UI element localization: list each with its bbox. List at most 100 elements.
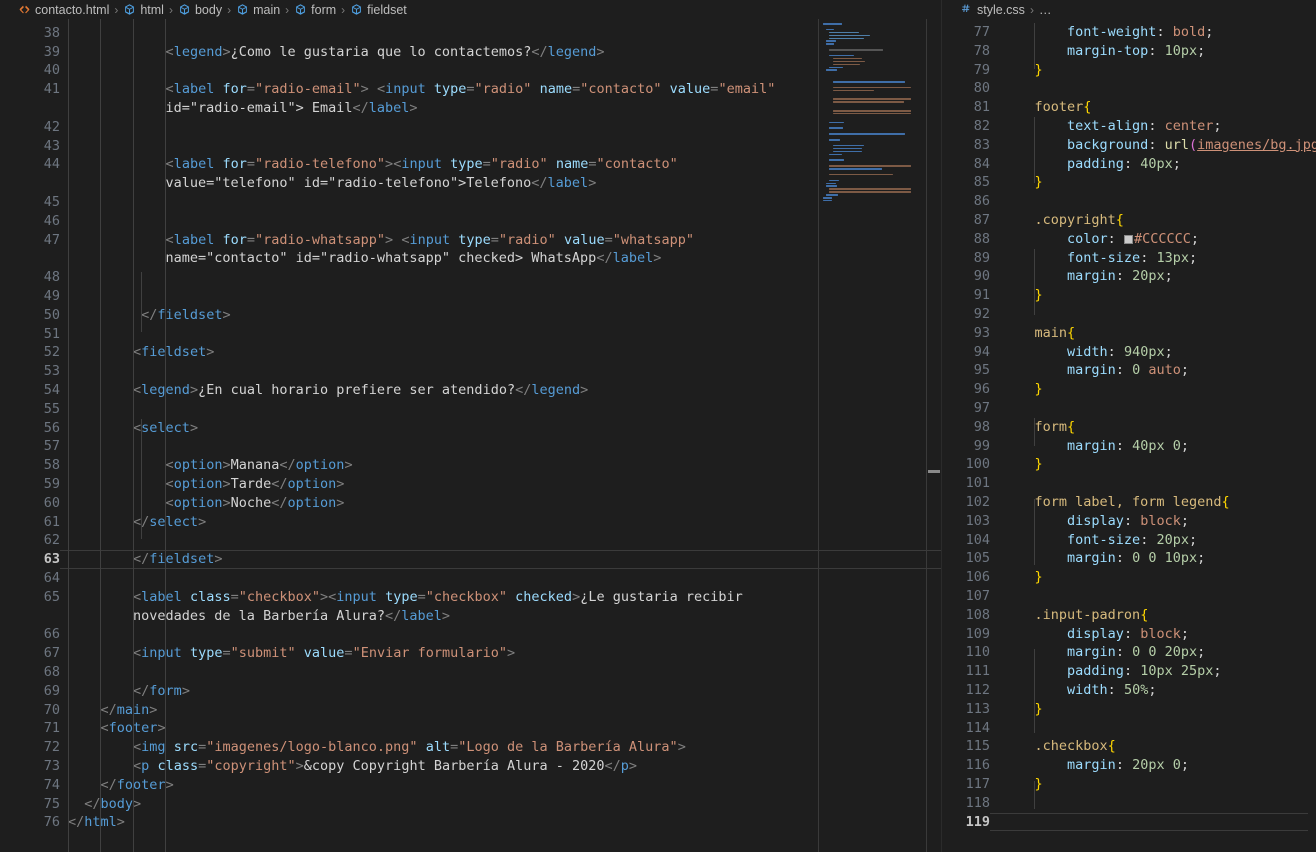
code-line[interactable]: novedades de la Barbería Alura?</label> (0, 607, 941, 626)
code-line[interactable]: 79 } (942, 61, 1316, 80)
code-line[interactable]: 77 font-weight: bold; (942, 23, 1316, 42)
breadcrumb-item-main[interactable]: main (236, 3, 280, 17)
code-line[interactable]: 71 <footer> (0, 719, 941, 738)
breadcrumb-item-html[interactable]: html (123, 3, 164, 17)
indent-guide (1034, 249, 1036, 315)
code-line[interactable]: 88 color: #CCCCCC; (942, 230, 1316, 249)
line-number: 82 (973, 118, 990, 134)
breadcrumb-html[interactable]: contacto.html › html › body › main › for… (0, 0, 941, 19)
code-line[interactable]: 116 margin: 20px 0; (942, 756, 1316, 775)
code-line[interactable]: 78 margin-top: 10px; (942, 42, 1316, 61)
code-line[interactable]: 106 } (942, 568, 1316, 587)
code-line[interactable]: 105 margin: 0 0 10px; (942, 549, 1316, 568)
code-line[interactable]: 93 main{ (942, 324, 1316, 343)
code-line-text: id="radio-email"> Email</label> (68, 100, 418, 116)
code-line[interactable]: 82 text-align: center; (942, 117, 1316, 136)
code-line[interactable]: value="telefono" id="radio-telefono">Tel… (0, 174, 941, 193)
code-line[interactable]: 90 margin: 20px; (942, 267, 1316, 286)
code-line[interactable]: 74 </footer> (0, 776, 941, 795)
code-line[interactable]: 47 <label for="radio-whatsapp"> <input t… (0, 231, 941, 250)
code-line[interactable]: 38 (0, 24, 941, 43)
code-line[interactable]: 75 </body> (0, 795, 941, 814)
editor-pane-html: contacto.html › html › body › main › for… (0, 0, 941, 852)
code-line[interactable]: 39 <legend>¿Como le gustaria que lo cont… (0, 43, 941, 62)
code-line[interactable]: 54 <legend>¿En cual horario prefiere ser… (0, 381, 941, 400)
code-line[interactable]: 70 </main> (0, 701, 941, 720)
code-line[interactable]: 69 </form> (0, 682, 941, 701)
code-line[interactable]: 91 } (942, 286, 1316, 305)
code-line[interactable]: 66 (0, 625, 941, 644)
breadcrumb-item-file[interactable]: style.css (960, 3, 1025, 17)
code-line[interactable]: 52 <fieldset> (0, 343, 941, 362)
code-line[interactable]: 100 } (942, 455, 1316, 474)
code-line[interactable]: 72 <img src="imagenes/logo-blanco.png" a… (0, 738, 941, 757)
code-line[interactable]: 80 (942, 79, 1316, 98)
code-line[interactable]: 117 } (942, 775, 1316, 794)
breadcrumb-item-body[interactable]: body (178, 3, 222, 17)
code-line[interactable]: id="radio-email"> Email</label> (0, 99, 941, 118)
code-line[interactable]: 41 <label for="radio-email"> <input type… (0, 80, 941, 99)
code-line[interactable]: 103 display: block; (942, 512, 1316, 531)
code-line[interactable]: 42 (0, 118, 941, 137)
code-line[interactable]: 96 } (942, 380, 1316, 399)
code-line[interactable]: 43 (0, 137, 941, 156)
breadcrumb-item-file[interactable]: contacto.html (18, 3, 109, 17)
code-line[interactable]: 114 (942, 719, 1316, 738)
code-line[interactable]: 64 (0, 569, 941, 588)
breadcrumb-item-fieldset[interactable]: fieldset (350, 3, 407, 17)
minimap-html[interactable] (819, 19, 915, 852)
code-editor-css[interactable]: 77 font-weight: bold; 78 margin-top: 10px… (942, 19, 1316, 852)
code-line[interactable]: 40 (0, 61, 941, 80)
code-line[interactable]: name="contacto" id="radio-whatsapp" chec… (0, 249, 941, 268)
code-line[interactable]: 108 .input-padron{ (942, 606, 1316, 625)
code-line[interactable]: 45 (0, 193, 941, 212)
code-editor-html[interactable]: 373839 <legend>¿Como le gustaria que lo … (0, 19, 941, 852)
code-line[interactable]: 118 (942, 794, 1316, 813)
minimap-line (826, 40, 836, 42)
code-line[interactable]: 63 </fieldset> (0, 550, 941, 569)
code-line-text: <label class="checkbox"><input type="che… (133, 588, 743, 605)
code-line[interactable]: 73 <p class="copyright">&copy Copyright … (0, 757, 941, 776)
code-line[interactable]: 81 footer{ (942, 98, 1316, 117)
breadcrumb-css[interactable]: style.css › … (942, 0, 1316, 19)
minimap-line (829, 153, 842, 156)
code-line[interactable]: 53 (0, 362, 941, 381)
code-line[interactable]: 55 (0, 400, 941, 419)
code-line[interactable]: 119 (942, 812, 1316, 832)
code-line[interactable]: 104 font-size: 20px; (942, 531, 1316, 550)
minimap-line (829, 31, 860, 34)
code-line[interactable]: 65 <label class="checkbox"><input type="… (0, 588, 941, 607)
code-line[interactable]: 94 width: 940px; (942, 343, 1316, 362)
code-line[interactable]: 97 (942, 399, 1316, 418)
code-line[interactable]: 112 width: 50%; (942, 681, 1316, 700)
code-line[interactable]: 89 font-size: 13px; (942, 249, 1316, 268)
code-line[interactable]: 67 <input type="submit" value="Enviar fo… (0, 644, 941, 663)
vertical-scrollbar-html[interactable] (927, 19, 941, 852)
code-line[interactable]: 87 .copyright{ (942, 211, 1316, 230)
code-line[interactable]: 110 margin: 0 0 20px; (942, 643, 1316, 662)
code-line[interactable]: 83 background: url(imagenes/bg.jpg); (942, 136, 1316, 155)
color-swatch[interactable] (1123, 234, 1133, 244)
code-line[interactable]: 68 (0, 663, 941, 682)
code-line-text: </select> (133, 513, 207, 530)
breadcrumb-ellipsis[interactable]: … (1039, 3, 1052, 17)
code-line[interactable]: 115 .checkbox{ (942, 737, 1316, 756)
code-line[interactable]: 99 margin: 40px 0; (942, 437, 1316, 456)
code-line[interactable]: 92 (942, 305, 1316, 324)
breadcrumb-label: fieldset (367, 2, 407, 17)
code-line[interactable]: 107 (942, 587, 1316, 606)
code-line[interactable]: 85 } (942, 173, 1316, 192)
code-line[interactable]: 102 form label, form legend{ (942, 493, 1316, 512)
code-line[interactable]: 46 (0, 212, 941, 231)
code-line[interactable]: 98 form{ (942, 418, 1316, 437)
code-line[interactable]: 84 padding: 40px; (942, 155, 1316, 174)
code-line[interactable]: 95 margin: 0 auto; (942, 361, 1316, 380)
code-line[interactable]: 113 } (942, 700, 1316, 719)
code-line[interactable]: 86 (942, 192, 1316, 211)
code-line[interactable]: 76 </html> (0, 813, 941, 832)
breadcrumb-item-form[interactable]: form (294, 3, 336, 17)
code-line[interactable]: 111 padding: 10px 25px; (942, 662, 1316, 681)
code-line[interactable]: 44 <label for="radio-telefono"><input ty… (0, 155, 941, 174)
code-line[interactable]: 109 display: block; (942, 625, 1316, 644)
code-line[interactable]: 101 (942, 474, 1316, 493)
